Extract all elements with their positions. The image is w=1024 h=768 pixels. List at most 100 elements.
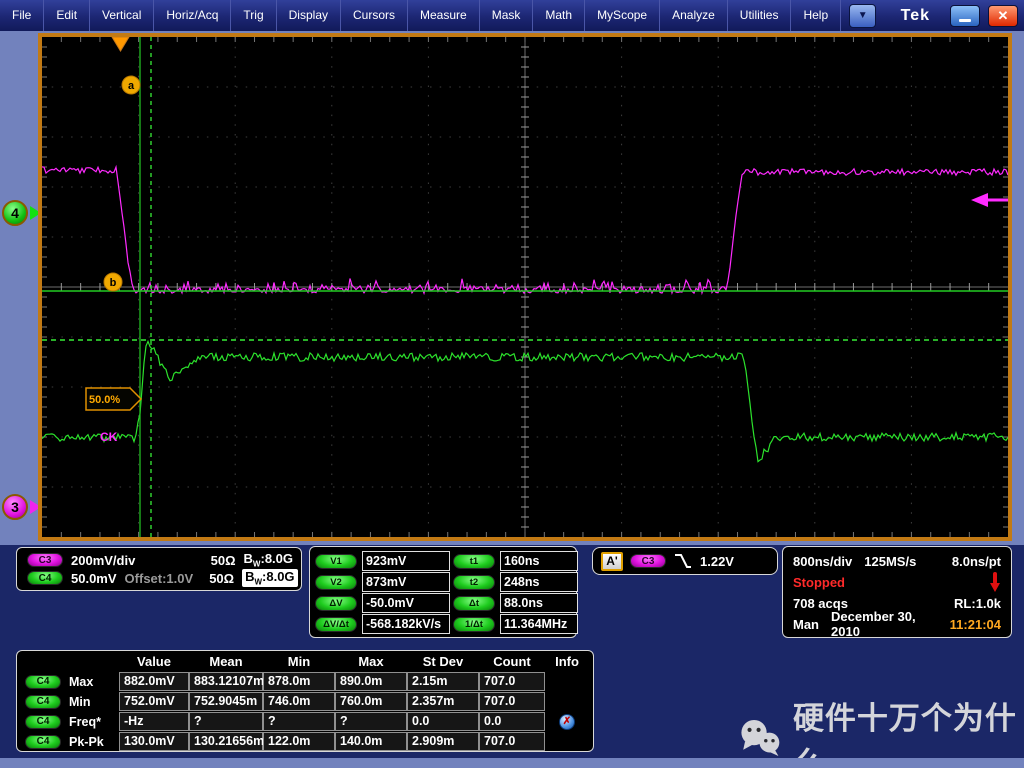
menu-item-edit[interactable]: Edit bbox=[44, 0, 90, 31]
trigger-level-arrow-icon[interactable] bbox=[971, 193, 988, 207]
acquisition-status: Stopped bbox=[793, 575, 845, 590]
menu-item-math[interactable]: Math bbox=[533, 0, 585, 31]
waveform-region: 4 3 a bbox=[0, 31, 1024, 545]
measurement-panel: Value Mean Min Max St Dev Count Info C4M… bbox=[16, 650, 594, 752]
cursor-v2-badge[interactable]: V2 bbox=[315, 575, 357, 590]
menu-item-display[interactable]: Display bbox=[277, 0, 341, 31]
cell-value: 882.0mV bbox=[119, 672, 189, 691]
cursor-dvdt-value: -568.182kV/s bbox=[362, 614, 450, 634]
horizontal-scale: 800ns/div bbox=[793, 554, 852, 569]
row-channel-badge[interactable]: C4 bbox=[25, 715, 61, 729]
cursor-readout-panel: V1 923mV t1 160ns V2 873mV t2 248ns ΔV -… bbox=[309, 546, 577, 638]
measurement-header-row: Value Mean Min Max St Dev Count Info bbox=[19, 653, 591, 671]
cell-mean: 130.21656m bbox=[189, 732, 263, 751]
trigger-mode: Man bbox=[793, 617, 819, 632]
cell-stdev: 2.909m bbox=[407, 732, 479, 751]
cell-min: 746.0m bbox=[263, 692, 335, 711]
cursor-1dt-badge[interactable]: 1/Δt bbox=[453, 617, 495, 632]
sample-rate: 125MS/s bbox=[864, 554, 916, 569]
cursor-dt-badge[interactable]: Δt bbox=[453, 596, 495, 611]
cell-info bbox=[545, 732, 589, 751]
cell-stdev: 2.15m bbox=[407, 672, 479, 691]
oscilloscope-app: File Edit Vertical Horiz/Acq Trig Displa… bbox=[0, 0, 1024, 768]
channel3-badge[interactable]: C3 bbox=[27, 553, 63, 567]
channel4-marker-label: 4 bbox=[2, 200, 28, 226]
menu-dropdown-button[interactable]: ▼ bbox=[849, 4, 876, 28]
tek-logo: Tek bbox=[901, 7, 930, 25]
stopped-indicator-icon bbox=[989, 571, 1001, 593]
cell-min: 122.0m bbox=[263, 732, 335, 751]
chevron-down-icon: ▼ bbox=[858, 10, 868, 21]
channel4-scale: 50.0mV bbox=[71, 571, 117, 586]
date-display: December 30, 2010 bbox=[831, 609, 926, 639]
menu-item-cursors[interactable]: Cursors bbox=[341, 0, 408, 31]
menu-item-utilities[interactable]: Utilities bbox=[728, 0, 792, 31]
menu-item-horiz-acq[interactable]: Horiz/Acq bbox=[154, 0, 231, 31]
cell-value: -Hz bbox=[119, 712, 189, 731]
trigger-source-badge[interactable]: C3 bbox=[630, 554, 666, 568]
trigger-level-flag-label: 50.0% bbox=[89, 394, 120, 406]
cursor-v1-value: 923mV bbox=[362, 551, 450, 571]
channel3-marker-label: 3 bbox=[2, 494, 28, 520]
menu-item-analyze[interactable]: Analyze bbox=[660, 0, 728, 31]
cell-max: ? bbox=[335, 712, 407, 731]
menu-bar: File Edit Vertical Horiz/Acq Trig Displa… bbox=[0, 0, 1024, 31]
channel3-impedance: 50Ω bbox=[211, 553, 236, 568]
channel3-readout: C3 200mV/div 50Ω BW:8.0G bbox=[27, 551, 293, 569]
header-value: Value bbox=[119, 653, 189, 671]
trigger-position-icon[interactable] bbox=[112, 37, 129, 51]
cell-value: 130.0mV bbox=[119, 732, 189, 751]
cell-value: 752.0mV bbox=[119, 692, 189, 711]
minimize-button[interactable] bbox=[950, 5, 980, 27]
cell-count: 707.0 bbox=[479, 672, 545, 691]
cursor-t2-badge[interactable]: t2 bbox=[453, 575, 495, 590]
cell-mean: ? bbox=[189, 712, 263, 731]
channel4-position-marker[interactable]: 4 bbox=[2, 200, 41, 226]
cell-mean: 883.12107m bbox=[189, 672, 263, 691]
channel4-offset: Offset:1.0V bbox=[125, 571, 194, 586]
record-length: RL:1.0k bbox=[954, 596, 1001, 611]
measurement-name: Pk-Pk bbox=[69, 735, 104, 749]
cursor-dvdt-badge[interactable]: ΔV/Δt bbox=[315, 617, 357, 632]
cell-stdev: 0.0 bbox=[407, 712, 479, 731]
close-button[interactable]: ✕ bbox=[988, 5, 1018, 27]
wechat-icon bbox=[736, 716, 783, 760]
channel3-bandwidth: BW:8.0G bbox=[244, 551, 293, 569]
header-stdev: St Dev bbox=[407, 653, 479, 671]
cursor-t1-badge[interactable]: t1 bbox=[453, 554, 495, 569]
cell-info bbox=[545, 672, 589, 691]
header-count: Count bbox=[479, 653, 545, 671]
menu-item-trig[interactable]: Trig bbox=[231, 0, 276, 31]
header-info: Info bbox=[545, 653, 589, 671]
menu-item-myscope[interactable]: MyScope bbox=[585, 0, 660, 31]
cell-count: 707.0 bbox=[479, 732, 545, 751]
channel4-bandwidth: BW:8.0G bbox=[242, 569, 297, 587]
waveform-canvas: a b 50.0% CK bbox=[42, 37, 1008, 537]
cell-count: 707.0 bbox=[479, 692, 545, 711]
cell-info bbox=[545, 692, 589, 711]
row-channel-badge[interactable]: C4 bbox=[25, 675, 61, 689]
trigger-a-badge[interactable]: A' bbox=[601, 552, 623, 571]
timebase-panel: 800ns/div 125MS/s 8.0ns/pt Stopped 708 a… bbox=[782, 546, 1012, 638]
menu-item-mask[interactable]: Mask bbox=[480, 0, 534, 31]
cursor-dv-badge[interactable]: ΔV bbox=[315, 596, 357, 611]
cell-max: 890.0m bbox=[335, 672, 407, 691]
minimize-icon bbox=[959, 19, 971, 22]
menu-item-help[interactable]: Help bbox=[791, 0, 841, 31]
cell-min: ? bbox=[263, 712, 335, 731]
cell-min: 878.0m bbox=[263, 672, 335, 691]
measurement-row-max: C4Max 882.0mV 883.12107m 878.0m 890.0m 2… bbox=[19, 672, 591, 691]
row-channel-badge[interactable]: C4 bbox=[25, 735, 61, 749]
menu-item-file[interactable]: File bbox=[0, 0, 44, 31]
measurement-row-min: C4Min 752.0mV 752.9045m 746.0m 760.0m 2.… bbox=[19, 692, 591, 711]
graticule: a b 50.0% CK bbox=[38, 33, 1012, 541]
menu-item-vertical[interactable]: Vertical bbox=[90, 0, 154, 31]
channel4-badge[interactable]: C4 bbox=[27, 571, 63, 585]
cursor-v1-badge[interactable]: V1 bbox=[315, 554, 357, 569]
channel3-position-marker[interactable]: 3 bbox=[2, 494, 41, 520]
menu-item-measure[interactable]: Measure bbox=[408, 0, 480, 31]
measurement-name: Min bbox=[69, 695, 91, 709]
cell-max: 760.0m bbox=[335, 692, 407, 711]
row-channel-badge[interactable]: C4 bbox=[25, 695, 61, 709]
cursor-dt-value: 88.0ns bbox=[500, 593, 578, 613]
